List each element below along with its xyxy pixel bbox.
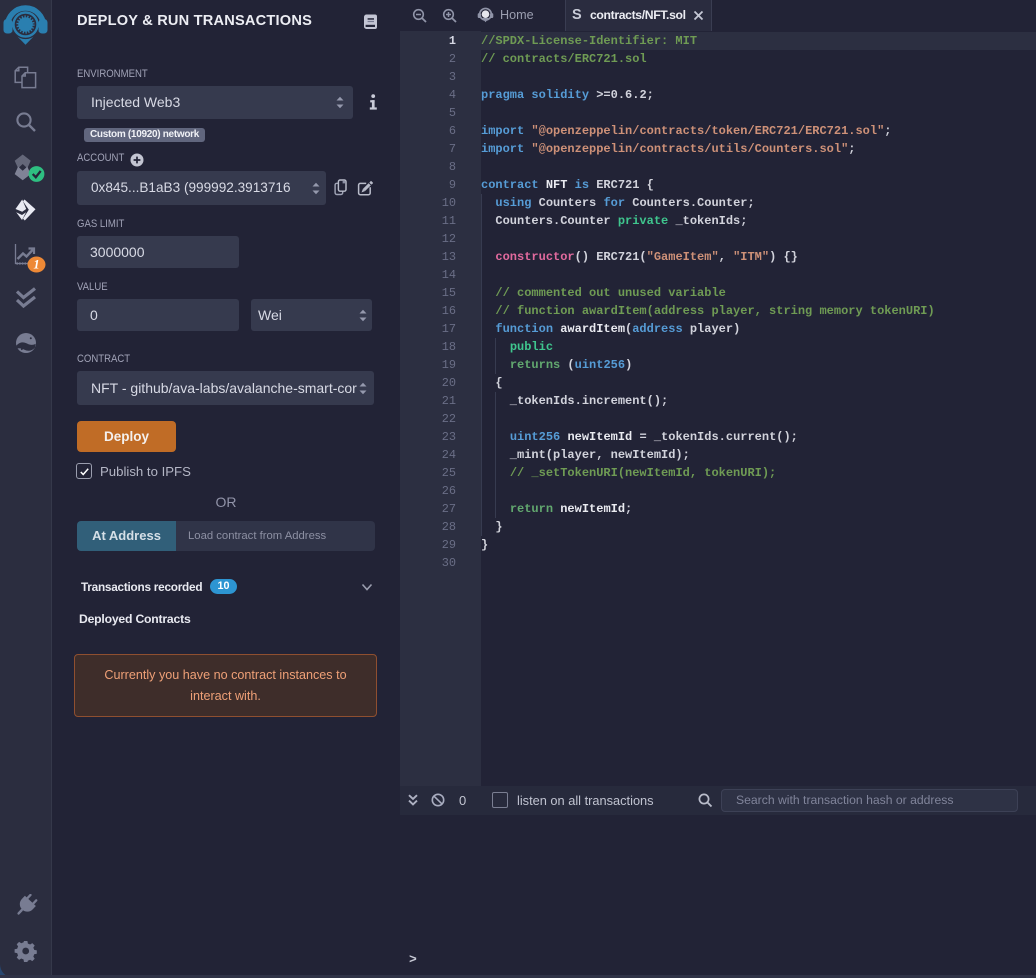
svg-text:1: 1 [33,258,39,272]
